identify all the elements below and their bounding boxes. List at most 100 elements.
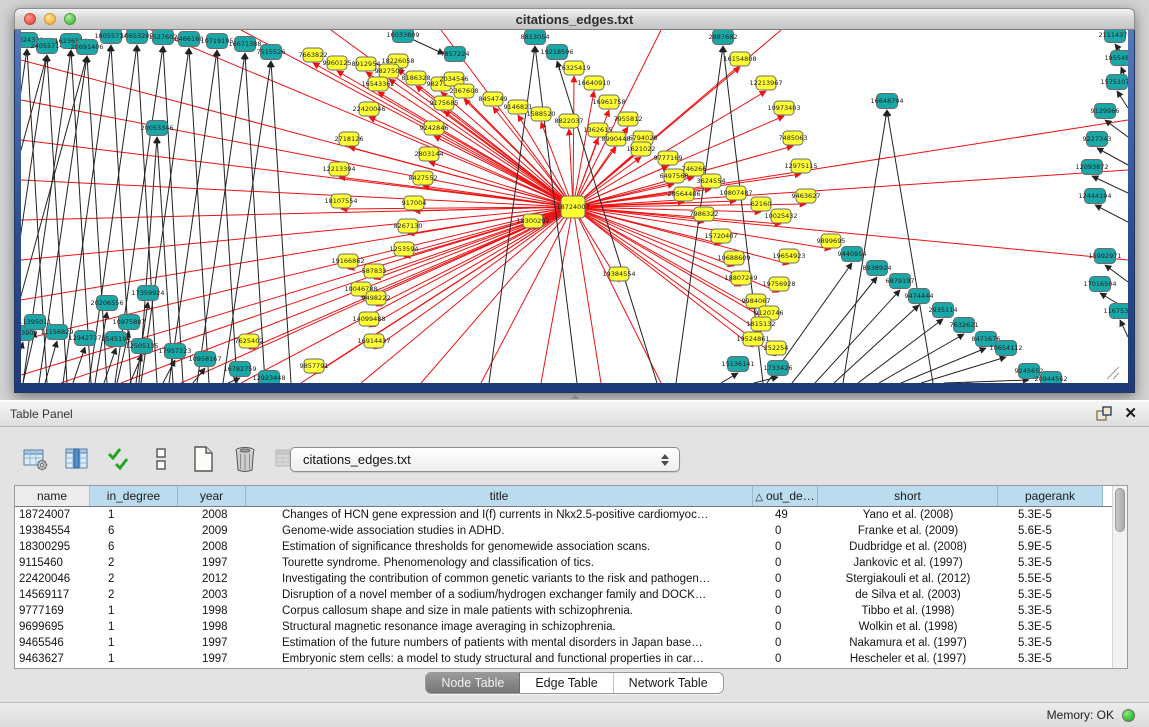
graph-node[interactable]: 15992971: [1088, 249, 1121, 264]
minimize-window-icon[interactable]: [44, 13, 56, 25]
graph-node[interactable]: 12213967: [749, 76, 782, 90]
column-header-title[interactable]: title: [246, 486, 753, 506]
zoom-window-icon[interactable]: [64, 13, 76, 25]
graph-node[interactable]: 1527602: [149, 30, 178, 45]
graph-node[interactable]: 16640910: [577, 76, 610, 90]
graph-node[interactable]: 9227343: [1083, 132, 1112, 147]
graph-node[interactable]: 8427552: [409, 171, 438, 185]
graph-node[interactable]: 10973403: [767, 101, 800, 115]
graph-node[interactable]: 917004: [402, 196, 427, 210]
graph-node[interactable]: 16325419: [557, 61, 590, 75]
graph-node[interactable]: 16154808: [723, 52, 756, 66]
graph-node[interactable]: 16914437: [357, 334, 390, 348]
graph-node[interactable]: 16961758: [592, 95, 625, 109]
graph-node[interactable]: 9129966: [1091, 104, 1120, 119]
graph-node[interactable]: 6497568: [660, 169, 689, 183]
graph-node[interactable]: 7857224: [441, 47, 470, 62]
graph-node[interactable]: 2718126: [335, 132, 364, 146]
graph-node[interactable]: 12213394: [322, 162, 355, 176]
graph-node[interactable]: 9899695: [817, 234, 846, 248]
graph-node[interactable]: 2935114: [929, 303, 958, 318]
graph-node[interactable]: 8813054: [521, 30, 550, 45]
table-settings-icon[interactable]: [20, 444, 50, 474]
graph-node[interactable]: 587833: [362, 264, 387, 278]
scrollbar-thumb[interactable]: [1115, 488, 1125, 532]
graph-node[interactable]: 7485063: [779, 131, 808, 145]
graph-node[interactable]: 16543362: [361, 77, 394, 91]
column-header-in_degree[interactable]: in_degree: [90, 486, 178, 506]
graph-node[interactable]: 14099488: [352, 312, 385, 326]
graph-node[interactable]: 8990448: [602, 132, 631, 146]
graph-node[interactable]: 16648794: [870, 94, 903, 109]
graph-node[interactable]: 9440954: [838, 247, 867, 262]
vertical-scrollbar[interactable]: [1112, 486, 1127, 668]
close-panel-icon[interactable]: ✕: [1124, 406, 1137, 421]
column-header-year[interactable]: year: [178, 486, 246, 506]
graph-node[interactable]: 12975115: [784, 159, 817, 173]
column-header-short[interactable]: short: [818, 486, 998, 506]
graph-node[interactable]: 10958167: [188, 352, 221, 367]
graph-node[interactable]: 9175685: [430, 96, 459, 110]
graph-node[interactable]: 1621022: [627, 142, 656, 156]
graph-node[interactable]: 19384554: [602, 267, 635, 281]
column-header-name[interactable]: name: [15, 486, 90, 506]
network-canvas[interactable]: 1162433024055714162365242069140618055714…: [21, 30, 1128, 383]
graph-node[interactable]: 19218596: [540, 45, 573, 60]
graph-node[interactable]: 1733426: [764, 361, 793, 376]
table-row[interactable]: 969969511998Structural magnetic resonanc…: [15, 619, 1127, 635]
graph-node[interactable]: 62160: [751, 197, 772, 211]
new-document-icon[interactable]: [188, 444, 218, 474]
graph-node[interactable]: 9463627: [792, 189, 821, 203]
column-header-pagerank[interactable]: pagerank: [998, 486, 1103, 506]
graph-node[interactable]: 2367608: [450, 84, 479, 98]
graph-node[interactable]: 15136141: [721, 357, 754, 372]
graph-node[interactable]: 20206556: [90, 296, 123, 311]
graph-node[interactable]: 18807249: [724, 271, 757, 285]
graph-node[interactable]: 8822037: [555, 114, 584, 128]
graph-node[interactable]: 6879197: [886, 274, 915, 289]
delete-icon[interactable]: [230, 444, 260, 474]
graph-node[interactable]: 9474444: [905, 289, 934, 304]
graph-node[interactable]: 1588520: [527, 107, 556, 121]
graph-node[interactable]: 10688609: [717, 251, 750, 265]
table-row[interactable]: 1456911722003Disruption of a novel membe…: [15, 587, 1127, 603]
graph-node[interactable]: 7625402: [235, 334, 264, 348]
graph-node[interactable]: 7955812: [614, 112, 643, 126]
graph-node[interactable]: 1815132: [747, 317, 776, 331]
float-panel-icon[interactable]: [1096, 406, 1112, 422]
graph-node[interactable]: 17359924: [131, 286, 164, 301]
clear-selection-icon[interactable]: [146, 444, 176, 474]
graph-node[interactable]: 7632621: [950, 318, 979, 333]
graph-node[interactable]: 8466160: [175, 32, 204, 47]
graph-node[interactable]: 7515526: [257, 45, 286, 60]
graph-node[interactable]: 8938924: [863, 261, 892, 276]
table-row[interactable]: 1830029562008Estimation of significance …: [15, 539, 1127, 555]
graph-node[interactable]: 15751074: [1100, 75, 1128, 90]
table-selector-dropdown[interactable]: citations_edges.txt: [290, 447, 680, 472]
graph-node[interactable]: 2887682: [709, 30, 738, 45]
graph-node[interactable]: 8267130: [394, 219, 423, 233]
table-row[interactable]: 946362711997Embryonic stem cells: a mode…: [15, 651, 1127, 667]
graph-node[interactable]: 18107554: [324, 194, 357, 208]
graph-node[interactable]: 9777169: [654, 151, 683, 165]
graph-node[interactable]: 12923448: [252, 371, 285, 384]
graph-node[interactable]: 9960125: [323, 56, 352, 70]
graph-node[interactable]: 22420046: [352, 102, 385, 116]
close-window-icon[interactable]: [24, 13, 36, 25]
graph-node[interactable]: 2803144: [415, 147, 444, 161]
graph-node[interactable]: 18554838: [1104, 51, 1128, 66]
graph-node[interactable]: 10807487: [719, 186, 752, 200]
graph-node[interactable]: 9498222: [362, 291, 391, 305]
graph-node[interactable]: 9827503: [375, 64, 404, 78]
table-row[interactable]: 911546021997Tourette syndrome. Phenomeno…: [15, 555, 1127, 571]
graph-node[interactable]: 9857791: [300, 359, 329, 373]
graph-node[interactable]: 19756928: [762, 277, 795, 291]
graph-node[interactable]: 252254: [764, 341, 789, 355]
graph-node[interactable]: 21114370: [1098, 30, 1128, 43]
graph-node[interactable]: 12093872: [1075, 160, 1108, 175]
graph-node[interactable]: 17957223: [158, 344, 191, 359]
show-column-icon[interactable]: [62, 444, 92, 474]
table-row[interactable]: 2242004622012Investigating the contribut…: [15, 571, 1127, 587]
graph-node[interactable]: 11675311: [1103, 304, 1128, 319]
graph-node[interactable]: 17016504: [1083, 277, 1116, 292]
